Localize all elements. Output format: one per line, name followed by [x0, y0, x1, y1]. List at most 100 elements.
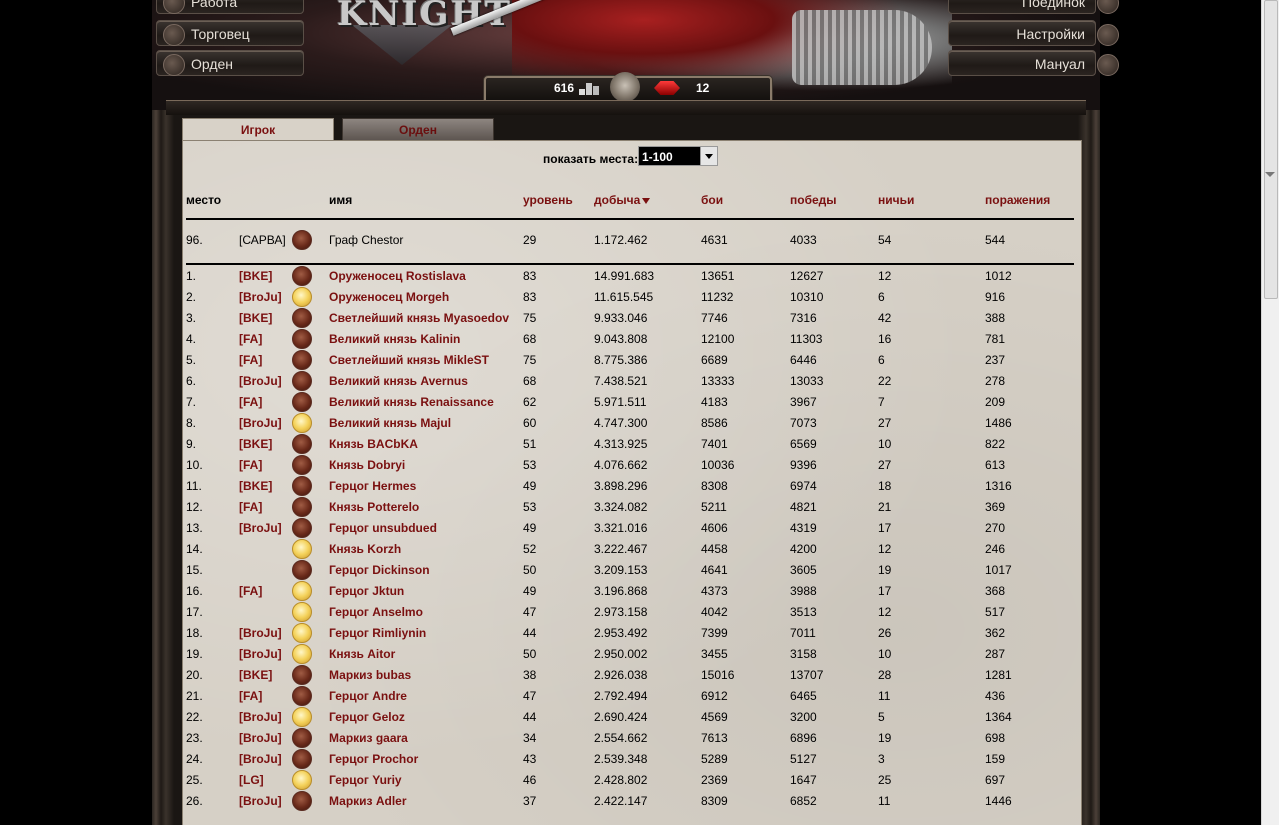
clan-link[interactable]: [FA] [239, 584, 262, 598]
player-name-link[interactable]: Герцог Anselmo [329, 605, 423, 619]
player-name-link[interactable]: Герцог Hermes [329, 479, 416, 493]
work-icon [163, 0, 185, 14]
tab-order[interactable]: Орден [342, 118, 494, 142]
clan-link[interactable]: [FA] [239, 395, 262, 409]
col-losses[interactable]: поражения [985, 188, 1074, 220]
player-name-link[interactable]: Князь Potterelo [329, 500, 419, 514]
player-name-link[interactable]: Великий князь Kalinin [329, 332, 460, 346]
col-fights[interactable]: бои [701, 188, 790, 220]
clan-cell: [BroJu] [239, 748, 292, 769]
clan-link[interactable]: [BroJu] [239, 794, 282, 808]
player-name-link[interactable]: Герцог Jktun [329, 584, 404, 598]
clan-link[interactable]: [BKE] [239, 437, 272, 451]
clan-link[interactable]: [BroJu] [239, 290, 282, 304]
clan-link[interactable]: [BroJu] [239, 626, 282, 640]
clan-cell: [BKE] [239, 264, 292, 286]
col-draws[interactable]: ничьи [878, 188, 985, 220]
player-name-link[interactable]: Оруженосец Rostislava [329, 269, 466, 283]
clan-cell: [BroJu] [239, 412, 292, 433]
clan-link[interactable]: [BKE] [239, 269, 272, 283]
clan-link[interactable]: [LG] [239, 773, 264, 787]
level-cell: 51 [523, 436, 537, 451]
scroll-down-arrow-icon[interactable] [1265, 172, 1275, 177]
table-row: 7. [FA] Великий князь Renaissance 62 5.971.5… [186, 391, 1074, 412]
browser-scrollbar[interactable] [1261, 0, 1279, 825]
clan-link[interactable]: [BroJu] [239, 416, 282, 430]
clan-link[interactable]: [BroJu] [239, 647, 282, 661]
table-row: 15. Герцог Dickinson 50 3.209.153 4641 3605 19… [186, 559, 1074, 580]
wins-cell: 6569 [790, 436, 817, 451]
player-name-link[interactable]: Герцог Yuriy [329, 773, 402, 787]
name-cell: Светлейший князь MikleST [329, 349, 523, 370]
col-wins[interactable]: победы [790, 188, 878, 220]
draws-cell: 27 [878, 415, 892, 430]
rank-cell: 26. [186, 793, 203, 808]
clan-link[interactable]: [FA] [239, 689, 262, 703]
losses-cell: 278 [985, 373, 1006, 388]
nav-work-button[interactable]: Работа [156, 0, 304, 14]
clan-link[interactable]: [BKE] [239, 311, 272, 325]
scrollbar-thumb[interactable] [1264, 0, 1278, 299]
player-name-link[interactable]: Светлейший князь Myasoedov [329, 311, 509, 325]
loot-cell: 3.898.296 [594, 478, 648, 493]
fights-cell: 7746 [701, 310, 728, 325]
clan-link[interactable]: [FA] [239, 458, 262, 472]
ranking-rows: 96. [САРВА] Граф Chestor 29 1.172.462 46… [186, 219, 1074, 811]
player-name-link[interactable]: Маркиз bubas [329, 668, 411, 682]
player-name-link[interactable]: Оруженосец Morgeh [329, 290, 449, 304]
col-loot[interactable]: добыча [594, 188, 701, 220]
own-avatar-cell [292, 219, 329, 260]
player-name-link[interactable]: Князь Aitor [329, 647, 395, 661]
chevron-down-icon[interactable] [700, 147, 717, 165]
player-name-link[interactable]: Герцог Prochor [329, 752, 418, 766]
player-name-link[interactable]: Светлейший князь MikleST [329, 353, 489, 367]
tab-player[interactable]: Игрок [182, 118, 334, 141]
nav-duel-button[interactable]: Поединок [948, 0, 1119, 14]
clan-link[interactable]: [BKE] [239, 668, 272, 682]
header-banner: KNIGHT Работа Торговец Орден Поединок На… [152, 0, 1119, 110]
avatar-cell [292, 622, 329, 643]
player-name-link[interactable]: Великий князь Avernus [329, 374, 468, 388]
avatar [292, 706, 312, 727]
player-name-link[interactable]: Великий князь Majul [329, 416, 451, 430]
losses-cell: 1486 [985, 415, 1012, 430]
nav-settings-button[interactable]: Настройки [948, 20, 1119, 46]
ruby-icon [654, 81, 680, 95]
clan-cell: [BKE] [239, 433, 292, 454]
clan-link[interactable]: [FA] [239, 500, 262, 514]
wins-cell: 11303 [790, 331, 823, 346]
col-level[interactable]: уровень [523, 188, 594, 220]
player-name-link[interactable]: Князь Dobryi [329, 458, 405, 472]
player-name-link[interactable]: Герцог Geloz [329, 710, 405, 724]
clan-link[interactable]: [BroJu] [239, 710, 282, 724]
player-name-link[interactable]: Маркиз Adler [329, 794, 407, 808]
avatar [292, 265, 312, 286]
clan-link[interactable]: [BroJu] [239, 521, 282, 535]
clan-link[interactable]: [BroJu] [239, 374, 282, 388]
places-select[interactable]: 1-100 [638, 146, 718, 166]
nav-trader-button[interactable]: Торговец [156, 20, 304, 46]
player-name-link[interactable]: Герцог Andre [329, 689, 407, 703]
fights-cell: 8586 [701, 415, 728, 430]
player-name-link[interactable]: Герцог Dickinson [329, 563, 430, 577]
avatar-cell [292, 727, 329, 748]
avatar [292, 349, 312, 370]
player-name-link[interactable]: Великий князь Renaissance [329, 395, 494, 409]
clan-link[interactable]: [BroJu] [239, 752, 282, 766]
nav-manual-button[interactable]: Мануал [948, 50, 1119, 76]
rank-cell: 1. [186, 268, 197, 283]
player-name-link[interactable]: Князь Korzh [329, 542, 401, 556]
player-name-link[interactable]: Маркиз gaara [329, 731, 408, 745]
ranking-table: место имя уровень добыча бои победы ничь… [186, 188, 1074, 811]
player-name-link[interactable]: Князь BACbKA [329, 437, 418, 451]
level-cell: 75 [523, 310, 537, 325]
clan-link[interactable]: [BroJu] [239, 731, 282, 745]
loot-cell: 14.991.683 [594, 268, 655, 283]
clan-link[interactable]: [FA] [239, 353, 262, 367]
clan-link[interactable]: [BKE] [239, 479, 272, 493]
nav-order-button[interactable]: Орден [156, 50, 304, 76]
clan-link[interactable]: [FA] [239, 332, 262, 346]
player-name-link[interactable]: Герцог unsubdued [329, 521, 437, 535]
player-name-link[interactable]: Герцог Rimliynin [329, 626, 426, 640]
table-row: 26. [BroJu] Маркиз Adler 37 2.422.147 8309 685… [186, 790, 1074, 811]
